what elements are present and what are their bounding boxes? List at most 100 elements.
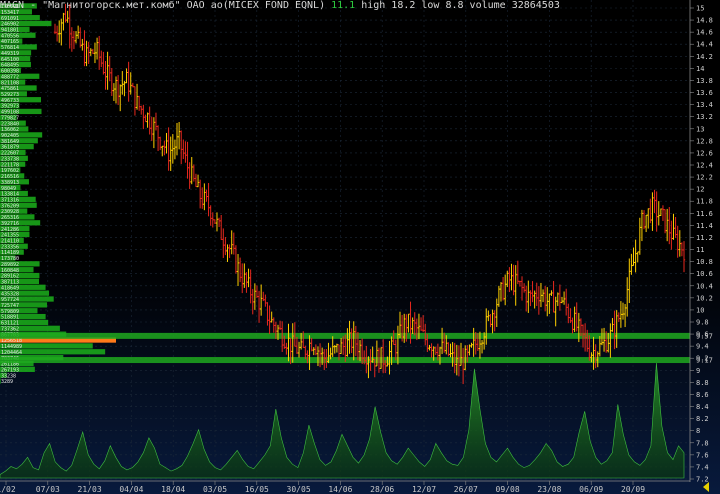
ohlc-bar (672, 213, 675, 240)
ohlc-bar (222, 228, 225, 258)
ohlc-bar (142, 104, 145, 130)
ohlc-bar (224, 237, 227, 256)
ohlc-bar (230, 230, 233, 255)
ohlc-bar (247, 268, 250, 288)
ohlc-bar (91, 48, 95, 55)
ohlc-bar (207, 183, 210, 217)
ohlc-bar (249, 269, 252, 304)
ohlc-bar (533, 290, 536, 309)
x-tick-label: 04/04 (119, 485, 143, 494)
ohlc-bar (169, 136, 172, 171)
ohlc-bar (472, 327, 475, 357)
ohlc-bar (158, 136, 162, 151)
ohlc-bar (537, 286, 541, 315)
ohlc-bar (541, 289, 545, 303)
ohlc-bar (194, 173, 198, 188)
ohlc-bar (636, 251, 639, 263)
ohlc-bar (188, 162, 191, 189)
ohlc-bar (182, 139, 185, 160)
ohlc-bar (253, 283, 257, 310)
ohlc-bar (447, 342, 450, 357)
volume-profile: 1766911534176910912469029418014705564071… (0, 3, 116, 385)
ohlc-bar (489, 314, 492, 328)
y-tick-label: 7.4 (696, 463, 709, 471)
y-tick-label: 8.4 (696, 403, 709, 411)
ohlc-bar (659, 208, 663, 216)
ohlc-bars (53, 3, 686, 385)
y-tick-label: 9 (696, 367, 700, 375)
instrument-name: - "Магнитогорск.мет.комб" ОАО ао(MICEX F… (30, 0, 326, 11)
ohlc-bar (571, 317, 574, 334)
ohlc-bar (642, 210, 646, 230)
y-tick-label: 14.8 (696, 17, 713, 25)
y-tick-label: 14 (696, 65, 704, 73)
y-tick-label: 12.4 (696, 162, 713, 170)
y-tick-label: 10 (696, 306, 704, 314)
ohlc-bar (133, 86, 137, 116)
ohlc-bar (539, 282, 543, 308)
ohlc-bar (180, 130, 183, 165)
ohlc-bar (137, 95, 141, 111)
ohlc-bar (613, 310, 616, 350)
x-tick-label: 26/07 (454, 485, 478, 494)
ohlc-bar (192, 164, 196, 182)
y-tick-label: 7.8 (696, 439, 709, 447)
y-tick-label: 8 (696, 427, 700, 435)
y-tick-label: 13.8 (696, 77, 713, 85)
ohlc-bar (485, 308, 488, 345)
price-axis[interactable]: 15 14.8 14.6 14.4 14.2 14 13.8 13.6 13.4 13.2 13 12… (689, 0, 713, 484)
ohlc-bar (535, 282, 538, 306)
ohlc-bar (527, 280, 530, 313)
ohlc-bar (506, 270, 509, 288)
ohlc-bar (236, 254, 240, 287)
ohlc-bar (93, 42, 97, 64)
ohlc-bar (255, 285, 259, 298)
ohlc-bar (175, 122, 179, 156)
ohlc-bar (644, 214, 648, 233)
scroll-right-icon[interactable] (703, 482, 709, 492)
ohlc-bar (259, 284, 263, 316)
ohlc-bar (419, 317, 423, 331)
ohlc-bar (112, 83, 116, 101)
ohlc-bar (186, 141, 189, 179)
ohlc-bar (499, 282, 503, 302)
y-tick-label: 11.4 (696, 222, 713, 230)
ohlc-bar (333, 345, 336, 354)
ohlc-bar (512, 264, 515, 296)
ohlc-bar (508, 267, 511, 293)
ticker-symbol: MAGN (0, 0, 25, 11)
ohlc-bar (154, 112, 158, 131)
y-tick-label: 10.4 (696, 282, 713, 290)
ohlc-bar (331, 336, 334, 357)
ohlc-bar (609, 323, 612, 358)
ohlc-bar (543, 285, 547, 312)
ohlc-bar (156, 125, 160, 152)
x-tick-label: 23/08 (537, 485, 561, 494)
ohlc-bar (318, 343, 322, 368)
ohlc-bar (413, 312, 416, 336)
date-axis[interactable]: 1/02 07/03 21/03 04/04 18/04 03/05 16/05 30/05 1… (0, 480, 690, 494)
ohlc-bar (434, 346, 437, 355)
ohlc-bar (491, 309, 494, 334)
y-tick-label: 11.6 (696, 210, 713, 218)
ohlc-bar (106, 51, 109, 90)
ohlc-bar (55, 25, 59, 42)
price-chart[interactable]: 1766911534176910912469029418014705564071… (0, 0, 720, 494)
ohlc-bar (520, 276, 524, 301)
ohlc-bar (198, 179, 202, 209)
ohlc-bar (85, 40, 88, 67)
ohlc-bar (634, 239, 637, 273)
ohlc-bar (62, 12, 65, 31)
ohlc-bar (428, 344, 431, 351)
ohlc-bar (76, 25, 80, 39)
ohlc-bar (569, 308, 572, 323)
ohlc-bar (516, 260, 520, 285)
ohlc-bar (562, 291, 566, 305)
ohlc-bar (209, 205, 212, 226)
ohlc-bar (352, 321, 355, 361)
ohlc-bar (501, 276, 505, 301)
ohlc-bar (285, 342, 288, 355)
ohlc-bar (245, 272, 248, 293)
ohlc-bar (262, 291, 265, 302)
ohlc-bar (127, 61, 130, 102)
